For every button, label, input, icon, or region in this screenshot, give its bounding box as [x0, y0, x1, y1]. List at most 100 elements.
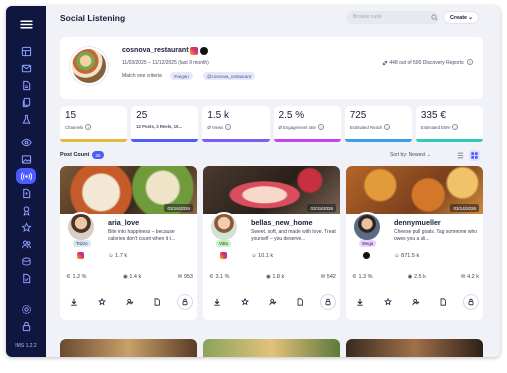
stat-color-bar [60, 139, 128, 142]
star-icon[interactable] [15, 219, 37, 235]
post-card-preview[interactable] [203, 339, 340, 357]
add-user-icon[interactable] [122, 294, 138, 310]
mail-icon[interactable] [15, 60, 37, 76]
engagement-icon: ⚟ [66, 274, 71, 280]
file-icon[interactable] [149, 294, 165, 310]
stat-color-bar [202, 139, 270, 142]
download-icon[interactable] [209, 294, 225, 310]
stat-posts: 25 12 Posts, 3 Reels, 10... [131, 106, 199, 142]
chevron-down-icon: ⌄ [426, 152, 431, 158]
comments-metric: ✉ 4.2 k [461, 274, 479, 280]
date-period: (last 9 month) [178, 60, 209, 66]
copy-icon[interactable] [15, 94, 37, 110]
stat-color-bar [273, 139, 341, 142]
help-icon[interactable]: ? [85, 124, 92, 130]
creator-tag: Wega [359, 240, 377, 247]
star-icon[interactable] [237, 294, 253, 310]
reports-text: 448 out of 500 Discovery Reports [389, 60, 464, 66]
engagement-icon: ⚟ [352, 274, 357, 280]
tiktok-icon[interactable] [363, 252, 370, 259]
comment-icon: ✉ [177, 274, 183, 280]
comments-value: 953 [183, 274, 193, 280]
chevron-down-icon: ⌄ [467, 15, 473, 21]
lock-icon[interactable] [463, 294, 479, 310]
top-bar: Social Listening Browse suite Create ⌄ [46, 6, 500, 30]
profile-card: cosnova_restaurant 11/03/2025 – 11/12/20… [60, 37, 483, 99]
help-icon[interactable]: ? [384, 124, 391, 130]
image-icon[interactable] [15, 151, 37, 167]
file-icon[interactable] [435, 294, 451, 310]
post-card-preview[interactable] [60, 339, 197, 357]
download-icon[interactable] [66, 294, 82, 310]
stat-label: Estimated EMV [420, 125, 451, 130]
eye-icon[interactable] [15, 134, 37, 150]
creator-name[interactable]: bellas_new_home [251, 218, 313, 227]
user-badge-icon[interactable] [15, 202, 37, 218]
engagement-value: 1.2 % [72, 274, 87, 280]
document-check-icon[interactable] [15, 270, 37, 286]
flask-icon[interactable] [15, 111, 37, 127]
list-view-icon[interactable] [455, 150, 466, 161]
criteria-chip[interactable]: #vegan [170, 72, 193, 80]
engagement-metric: ⚟ 3.1 % [209, 274, 230, 280]
create-button-label: Create [450, 15, 468, 21]
main-content: Social Listening Browse suite Create ⌄ c… [46, 6, 500, 357]
eye-icon: ◉ [265, 274, 271, 280]
engagement-value: 1.3 % [358, 274, 373, 280]
users-icon: ☺ [394, 253, 400, 259]
sort-dropdown[interactable]: Sort by: Newest ⌄ [390, 152, 431, 158]
grid-icon[interactable] [15, 43, 37, 59]
instagram-icon[interactable] [220, 252, 227, 259]
stat-color-bar [131, 139, 199, 142]
creator-name[interactable]: dennymueller [394, 218, 441, 227]
create-button[interactable]: Create ⌄ [443, 11, 479, 24]
post-card[interactable]: 03/14/2026 Wega dennymueller Cheese pull… [346, 166, 483, 320]
post-card-preview[interactable] [346, 339, 483, 357]
download-icon[interactable] [352, 294, 368, 310]
users-icon[interactable] [15, 236, 37, 252]
app-window: IMS 1.2.2 Social Listening Browse suite … [6, 6, 500, 357]
comments-value: 542 [326, 274, 336, 280]
lock-icon[interactable] [320, 294, 336, 310]
stat-label: Ø Views [207, 125, 224, 130]
creator-name[interactable]: aria_love [108, 218, 139, 227]
views-metric: ◉ 1.4 k [123, 274, 141, 280]
version-label: IMS 1.2.2 [15, 343, 37, 349]
add-user-icon[interactable] [265, 294, 281, 310]
help-icon[interactable]: ? [467, 59, 473, 65]
reports-counter: 448 out of 500 Discovery Reports ? [382, 59, 473, 66]
lock-icon[interactable] [15, 318, 37, 334]
lock-icon[interactable] [177, 294, 193, 310]
tiktok-icon[interactable] [200, 47, 208, 55]
instagram-icon[interactable] [190, 47, 198, 55]
help-icon[interactable]: ? [225, 124, 232, 130]
criteria-chip[interactable]: @cosnova_restaurant [203, 72, 256, 80]
post-card[interactable]: 03/16/2026 Trizzo aria_love Bite into ha… [60, 166, 197, 320]
post-actions [209, 294, 336, 310]
coin-icon[interactable] [15, 253, 37, 269]
engagement-metric: ⚟ 1.2 % [66, 274, 87, 280]
comments-metric: ✉ 953 [178, 274, 193, 280]
broadcast-icon[interactable] [16, 168, 36, 184]
search-icon[interactable] [431, 14, 438, 21]
star-icon[interactable] [380, 294, 396, 310]
instagram-icon[interactable] [77, 252, 84, 259]
help-icon[interactable]: ? [318, 124, 325, 130]
search-input[interactable]: Browse suite [346, 11, 439, 24]
eye-icon: ◉ [407, 274, 413, 280]
file-user-icon[interactable] [15, 185, 37, 201]
post-card[interactable]: 03/15/2026 Vitra bellas_new_home Sweet, … [203, 166, 340, 320]
document-icon[interactable] [15, 77, 37, 93]
menu-icon[interactable] [15, 16, 37, 32]
grid-view-icon[interactable] [469, 150, 480, 161]
comments-value: 4.2 k [467, 274, 479, 280]
file-icon[interactable] [292, 294, 308, 310]
settings-icon[interactable] [15, 301, 37, 317]
followers-stat: ☺ 871.5 k [394, 253, 419, 259]
star-icon[interactable] [94, 294, 110, 310]
help-icon[interactable]: ? [452, 124, 459, 130]
add-user-icon[interactable] [408, 294, 424, 310]
creator-avatar [352, 212, 382, 242]
creator-avatar [66, 212, 96, 242]
engagement-metric: ⚟ 1.3 % [352, 274, 373, 280]
